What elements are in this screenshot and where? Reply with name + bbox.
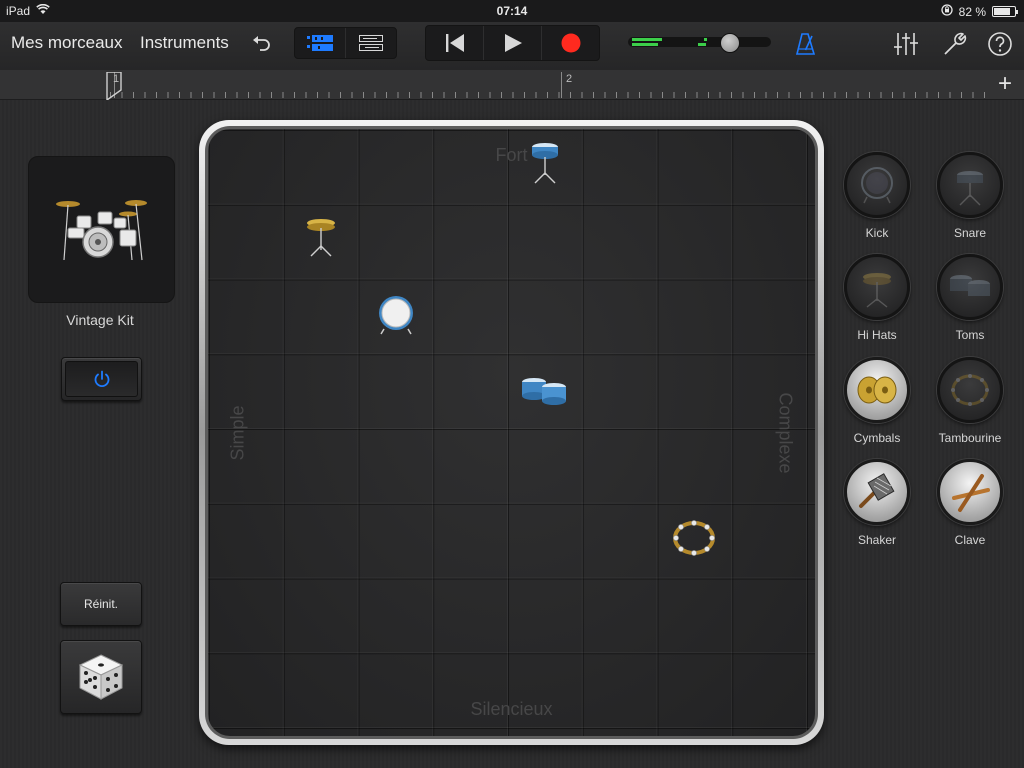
instrument-label: Cymbals — [853, 431, 901, 445]
axis-label-quiet: Silencieux — [470, 699, 553, 719]
play-button[interactable] — [483, 26, 541, 60]
undo-icon[interactable] — [248, 32, 276, 56]
axis-label-complex: Complexe — [775, 391, 796, 474]
hihat-puck-icon[interactable] — [297, 210, 345, 258]
kit-name: Vintage Kit — [66, 312, 134, 328]
metronome-icon[interactable] — [792, 30, 820, 58]
play-icon — [504, 34, 522, 52]
clave-icon — [952, 474, 990, 512]
playhead[interactable] — [106, 71, 122, 102]
instrument-tambourine-button[interactable]: Tambourine — [930, 357, 1010, 445]
add-section-button[interactable]: + — [998, 72, 1012, 96]
instrument-snare-button[interactable]: Snare — [930, 152, 1010, 240]
timeline-ruler[interactable]: 1 2 + — [0, 70, 1024, 100]
power-icon — [94, 370, 109, 388]
level-meter — [632, 38, 662, 41]
instrument-label: Toms — [955, 328, 985, 342]
instrument-label: Tambourine — [938, 431, 1002, 445]
tambourine-icon — [951, 374, 989, 406]
instrument-hihats-button[interactable]: Hi Hats — [837, 254, 917, 342]
drum-kit-selector[interactable] — [28, 156, 175, 303]
rewind-icon — [445, 34, 464, 52]
tracks-view-button[interactable] — [345, 28, 396, 58]
battery-icon — [992, 6, 1018, 17]
drummer-editor: Vintage Kit Réinit. Fort Silencieux Simp… — [0, 100, 1024, 768]
view-toggle — [294, 27, 397, 59]
instrument-label: Shaker — [857, 533, 897, 547]
shaker-icon — [859, 473, 895, 508]
record-icon — [561, 33, 580, 53]
status-time: 07:14 — [496, 4, 528, 18]
instrument-shaker-button[interactable]: Shaker — [837, 459, 917, 547]
toms-icon — [950, 275, 990, 296]
drummer-power-button[interactable] — [61, 357, 142, 401]
hihat-icon — [863, 273, 891, 308]
my-songs-button[interactable]: Mes morceaux — [11, 33, 122, 53]
toolbar: Mes morceaux Instruments — [0, 22, 1024, 70]
wrench-icon[interactable] — [941, 30, 969, 58]
complexity-loudness-pad[interactable]: Fort Silencieux Simple Complexe — [208, 129, 815, 736]
axis-label-simple: Simple — [227, 404, 248, 461]
bar-number-2: 2 — [566, 73, 573, 85]
status-bar: iPad 07:14 82 % — [0, 0, 1024, 22]
instrument-label: Snare — [953, 226, 987, 240]
tambourine-puck-icon[interactable] — [670, 514, 718, 562]
help-icon[interactable] — [986, 30, 1014, 58]
transport-controls — [425, 25, 600, 61]
reset-button[interactable]: Réinit. — [60, 582, 142, 626]
instrument-view-button[interactable] — [295, 28, 345, 58]
rewind-button[interactable] — [426, 26, 483, 60]
instruments-button[interactable]: Instruments — [140, 33, 229, 53]
instrument-view-icon — [307, 35, 333, 51]
dice-icon — [78, 654, 124, 700]
instrument-toms-button[interactable]: Toms — [930, 254, 1010, 342]
record-button[interactable] — [541, 26, 599, 60]
instrument-cymbals-button[interactable]: Cymbals — [837, 357, 917, 445]
rotation-lock-icon — [940, 4, 953, 19]
complexity-loudness-pad-frame: Fort Silencieux Simple Complexe — [199, 120, 824, 745]
snare-puck-icon[interactable] — [521, 137, 569, 185]
mixer-icon[interactable] — [892, 30, 920, 58]
kick-drum-icon — [861, 167, 893, 204]
tracks-view-icon — [359, 35, 383, 51]
snare-drum-icon — [957, 171, 983, 206]
randomize-button[interactable] — [60, 640, 142, 714]
cymbals-icon — [857, 376, 897, 404]
battery-percent: 82 % — [958, 4, 986, 19]
instrument-label: Clave — [954, 533, 986, 547]
kick-puck-icon[interactable] — [372, 289, 420, 337]
volume-slider[interactable] — [628, 33, 773, 53]
axis-label-loud: Fort — [495, 145, 528, 165]
instrument-label: Hi Hats — [857, 328, 897, 342]
volume-knob[interactable] — [720, 33, 740, 53]
instrument-kick-button[interactable]: Kick — [837, 152, 917, 240]
toms-puck-icon[interactable] — [520, 367, 568, 415]
instrument-clave-button[interactable]: Clave — [930, 459, 1010, 547]
instrument-label: Kick — [865, 226, 889, 240]
drum-kit-icon — [55, 199, 147, 260]
